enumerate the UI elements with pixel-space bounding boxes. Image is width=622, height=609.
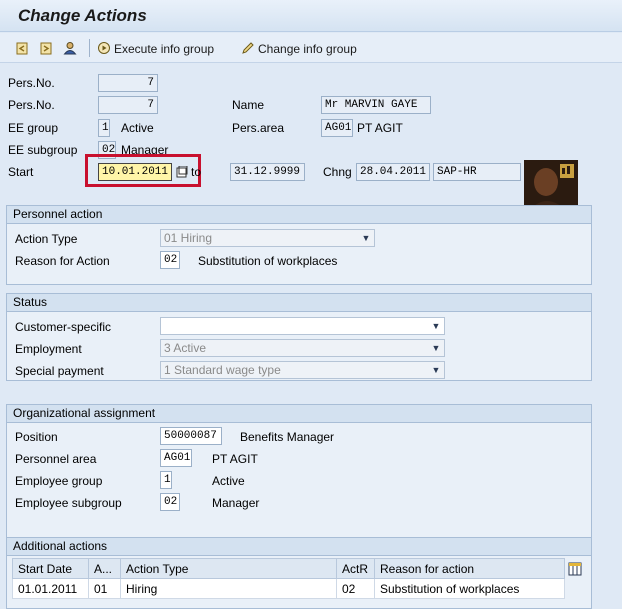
pers-area-text: PT AGIT [357,121,403,135]
execute-info-group-label: Execute info group [114,42,215,56]
chevron-down-icon: ▼ [361,233,371,243]
column-header[interactable]: Reason for action [374,558,565,579]
employee-group-label: Employee group [15,474,103,488]
start-date-cell: 01.01.2011 [12,578,89,599]
action-type-label: Action Type [15,232,78,246]
next-record-icon[interactable] [38,40,54,56]
action-type-value: 01 Hiring [164,231,213,245]
chng-label: Chng [323,165,352,179]
column-header[interactable]: ActR [336,558,375,579]
special-payment-value: 1 Standard wage type [164,363,281,377]
chevron-down-icon: ▼ [431,321,441,331]
ee-group-text: Active [121,121,154,135]
pers-no-field-1[interactable]: 7 [98,74,158,92]
position-text: Benefits Manager [240,430,335,444]
customer-specific-dropdown[interactable]: ▼ [160,317,445,335]
ee-group-label: EE group [8,121,59,135]
start-date-field[interactable]: 10.01.2011 [98,163,172,181]
special-payment-dropdown[interactable]: 1 Standard wage type ▼ [160,361,445,379]
employee-group-text: Active [212,474,245,488]
change-info-group-label: Change info group [258,42,357,56]
person-icon[interactable] [62,40,78,56]
column-header[interactable]: A... [88,558,121,579]
ee-group-code-field[interactable]: 1 [98,119,110,137]
chng-date-field[interactable]: 28.04.2011 [356,163,430,181]
reason-text: Substitution of workplaces [198,254,338,268]
end-date-field[interactable]: 31.12.9999 [230,163,305,181]
status-title: Status [7,294,591,312]
action-type-dropdown[interactable]: 01 Hiring ▼ [160,229,375,247]
special-payment-label: Special payment [15,364,104,378]
actr-cell: 02 [336,578,375,599]
table-row[interactable]: 01.01.2011 01 Hiring 02 Substitution of … [12,578,565,599]
title-bar: Change Actions [0,0,622,32]
table-settings-icon[interactable] [567,561,583,577]
employment-dropdown[interactable]: 3 Active ▼ [160,339,445,357]
toolbar-separator [89,39,90,57]
name-label: Name [232,98,265,112]
personnel-area-code-field[interactable]: AG01 [160,449,192,467]
name-field[interactable]: Mr MARVIN GAYE [321,96,431,114]
main-content: Pers.No. 7 Pers.No. 7 Name Mr MARVIN GAY… [0,64,622,609]
ee-subgroup-label: EE subgroup [8,143,78,157]
pers-no-label-2: Pers.No. [8,98,55,112]
change-info-group-button[interactable]: Change info group [241,40,357,58]
page-title: Change Actions [18,6,147,25]
pers-area-label: Pers.area [232,121,285,135]
additional-actions-table: Start Date A... Action Type ActR Reason … [12,558,565,599]
chng-user-field[interactable]: SAP-HR [433,163,521,181]
pers-no-field-2[interactable]: 7 [98,96,158,114]
column-header[interactable]: Start Date [12,558,89,579]
action-code-cell: 01 [88,578,121,599]
execute-info-group-button[interactable]: Execute info group [97,40,214,58]
execute-icon [97,41,111,58]
personnel-area-label: Personnel area [15,452,97,466]
pers-no-label-1: Pers.No. [8,76,55,90]
reason-code-field[interactable]: 02 [160,251,180,269]
customer-specific-label: Customer-specific [15,320,112,334]
position-label: Position [15,430,58,444]
employee-subgroup-text: Manager [212,496,260,510]
employment-label: Employment [15,342,82,356]
employee-group-code-field[interactable]: 1 [160,471,172,489]
org-assignment-title: Organizational assignment [7,405,591,423]
reason-cell: Substitution of workplaces [374,578,565,599]
additional-actions-title: Additional actions [7,538,591,556]
previous-record-icon[interactable] [14,40,30,56]
employee-subgroup-label: Employee subgroup [15,496,122,510]
employment-value: 3 Active [164,341,207,355]
table-header-row: Start Date A... Action Type ActR Reason … [12,558,565,579]
position-code-field[interactable]: 50000087 [160,427,222,445]
pencil-icon [241,41,255,58]
application-toolbar: Execute info group Change info group [0,33,622,63]
pers-area-code-field[interactable]: AG01 [321,119,353,137]
start-label: Start [8,165,34,179]
personnel-action-title: Personnel action [7,206,591,224]
chevron-down-icon: ▼ [431,365,441,375]
personnel-area-text: PT AGIT [212,452,258,466]
calendar-icon[interactable] [174,164,190,180]
reason-label: Reason for Action [15,254,110,268]
to-label: to [191,165,202,179]
action-type-cell: Hiring [120,578,337,599]
column-header[interactable]: Action Type [120,558,337,579]
employee-subgroup-code-field[interactable]: 02 [160,493,180,511]
chevron-down-icon: ▼ [431,343,441,353]
